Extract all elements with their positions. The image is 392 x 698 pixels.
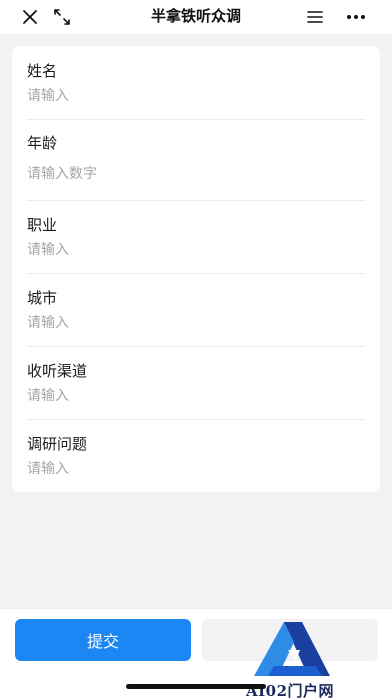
divider xyxy=(27,119,365,120)
more-icon[interactable] xyxy=(343,4,369,30)
home-indicator[interactable] xyxy=(126,684,266,689)
menu-icon[interactable] xyxy=(302,4,328,30)
name-input[interactable] xyxy=(27,86,347,106)
field-label: 调研问题 xyxy=(27,435,88,453)
expand-icon[interactable] xyxy=(49,4,75,30)
submit-button[interactable]: 提交 xyxy=(15,619,191,661)
age-input[interactable] xyxy=(27,164,347,184)
field-label: 年龄 xyxy=(27,134,58,152)
field-label: 城市 xyxy=(27,289,58,307)
field-label: 职业 xyxy=(27,216,58,234)
occupation-input[interactable] xyxy=(27,240,347,260)
divider xyxy=(27,273,365,274)
close-icon[interactable] xyxy=(17,4,43,30)
watermark-text: AI02门户网 xyxy=(246,682,335,698)
field-label: 姓名 xyxy=(27,62,58,80)
divider xyxy=(27,346,365,347)
survey-question-input[interactable] xyxy=(27,459,347,479)
divider xyxy=(27,200,365,201)
divider xyxy=(27,419,365,420)
field-label: 收听渠道 xyxy=(27,362,88,380)
channel-input[interactable] xyxy=(27,386,347,406)
title-bar: 半拿铁听众调 xyxy=(0,0,392,34)
city-input[interactable] xyxy=(27,313,347,333)
survey-form-card: 姓名 年龄 职业 城市 收听渠道 调研问题 xyxy=(12,46,380,492)
